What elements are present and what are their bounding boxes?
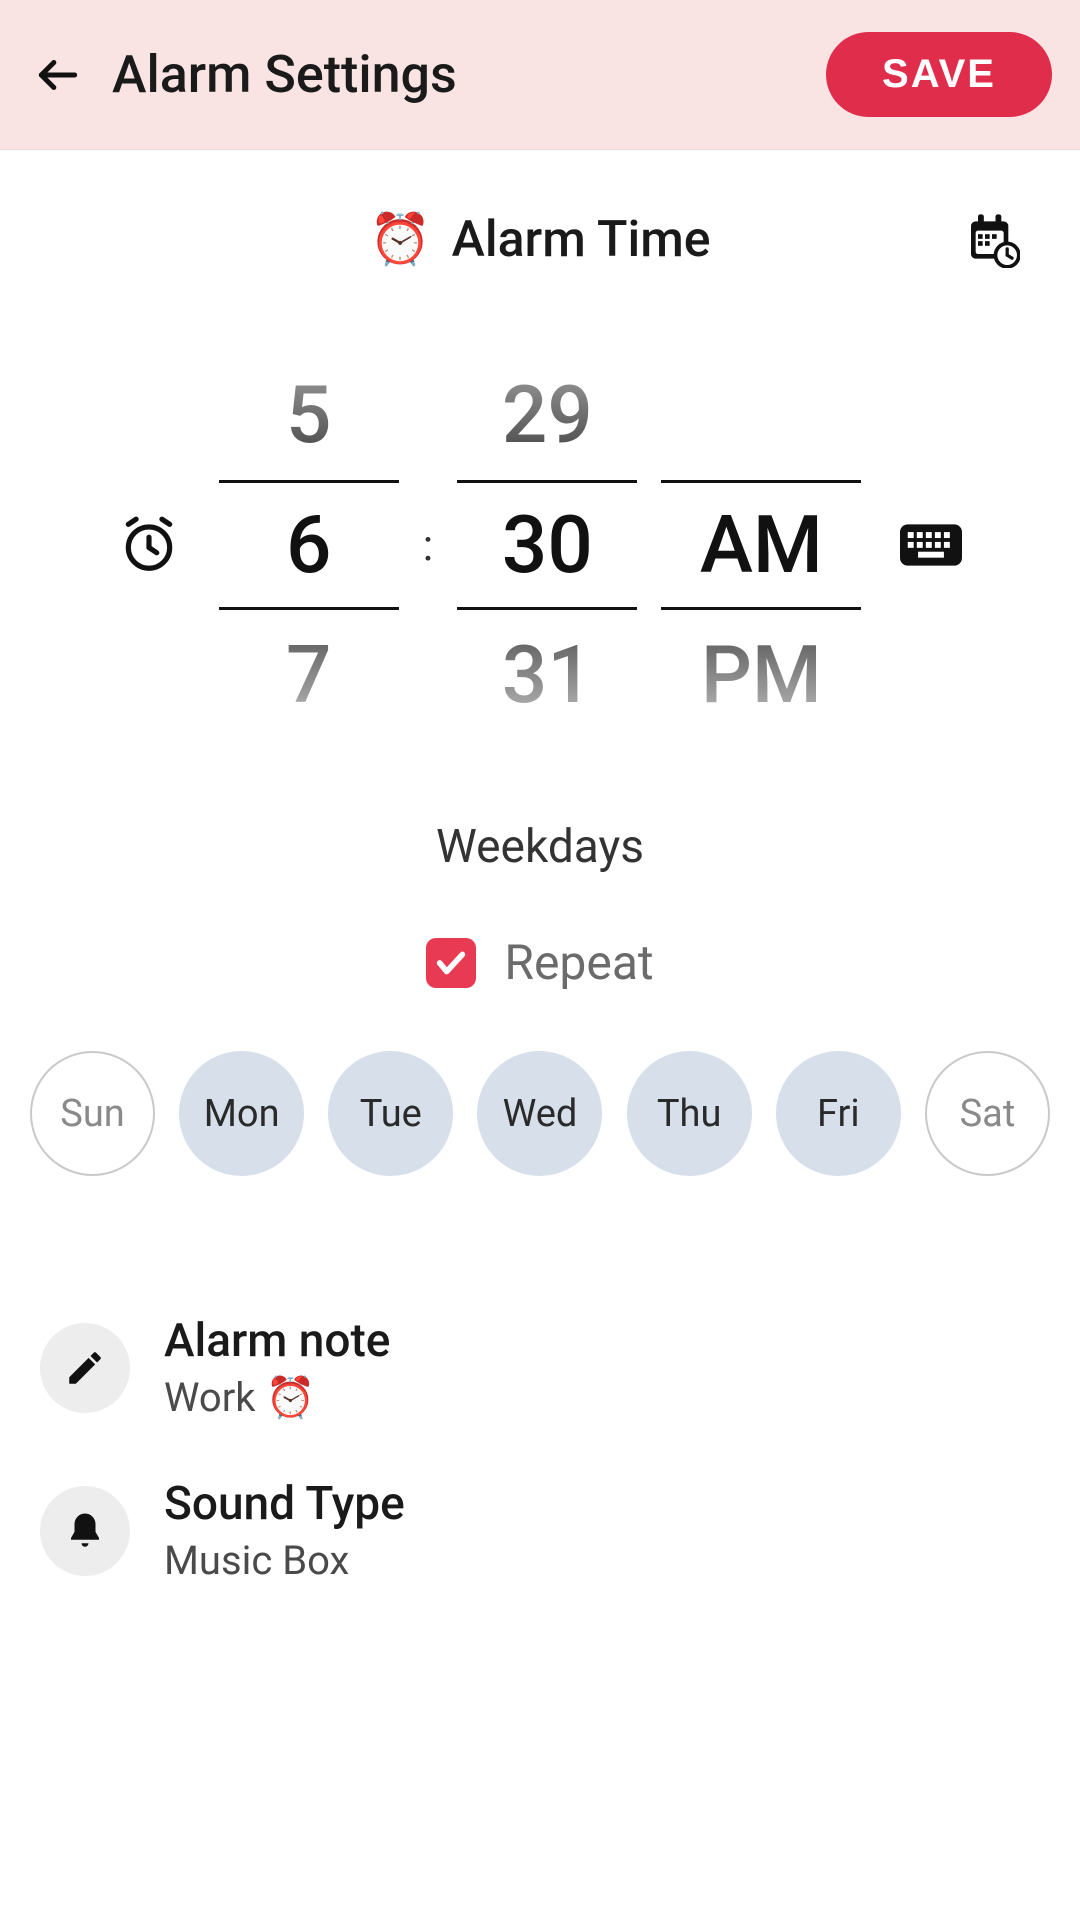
days-row: Sun Mon Tue Wed Thu Fri Sat [0, 1051, 1080, 1176]
period-selected: AM [661, 480, 861, 610]
header: Alarm Settings SAVE [0, 0, 1080, 150]
hour-prev: 5 [219, 350, 399, 480]
repeat-label: Repeat [504, 934, 653, 991]
pencil-icon [64, 1347, 106, 1389]
sound-type-text: Sound Type Music Box [164, 1477, 405, 1584]
alarm-note-title: Alarm note [164, 1314, 390, 1368]
alarm-outline-icon-wrap [109, 514, 189, 576]
minute-next: 31 [457, 610, 637, 740]
repeat-row: Repeat [0, 934, 1080, 991]
save-button[interactable]: SAVE [826, 32, 1052, 117]
alarm-clock-icon: ⏰ [369, 211, 431, 269]
sound-type-row[interactable]: Sound Type Music Box [0, 1449, 1080, 1612]
calendar-icon [964, 212, 1020, 268]
day-chip-wed[interactable]: Wed [477, 1051, 602, 1176]
back-button[interactable] [28, 45, 88, 105]
day-chip-sun[interactable]: Sun [30, 1051, 155, 1176]
keyboard-icon [900, 521, 962, 569]
content: ⏰ Alarm Time [0, 150, 1080, 1612]
time-picker: 5 6 7 : 29 30 31 AM PM [0, 350, 1080, 740]
repeat-checkbox[interactable] [426, 938, 476, 988]
bell-icon [64, 1510, 106, 1552]
alarm-outline-icon [118, 514, 180, 576]
keyboard-button[interactable] [891, 521, 971, 569]
alarm-note-value: Work ⏰ [164, 1374, 390, 1421]
hour-selected: 6 [219, 480, 399, 610]
calendar-button[interactable] [964, 212, 1020, 268]
hour-next: 7 [219, 610, 399, 740]
minute-wheel[interactable]: 29 30 31 [457, 350, 637, 740]
alarm-note-text: Alarm note Work ⏰ [164, 1314, 390, 1421]
day-chip-fri[interactable]: Fri [776, 1051, 901, 1176]
time-colon: : [423, 350, 434, 740]
sound-type-value: Music Box [164, 1537, 405, 1584]
section-title: Alarm Time [452, 211, 711, 269]
hour-wheel[interactable]: 5 6 7 [219, 350, 399, 740]
arrow-left-icon [33, 50, 83, 100]
page-title: Alarm Settings [112, 44, 826, 105]
alarm-note-row[interactable]: Alarm note Work ⏰ [0, 1286, 1080, 1449]
day-chip-sat[interactable]: Sat [925, 1051, 1050, 1176]
day-chip-mon[interactable]: Mon [179, 1051, 304, 1176]
period-prev [661, 350, 861, 480]
check-icon [434, 946, 468, 980]
minute-prev: 29 [457, 350, 637, 480]
weekdays-label: Weekdays [0, 820, 1080, 874]
period-next: PM [661, 610, 861, 740]
alarm-time-header: ⏰ Alarm Time [0, 190, 1080, 290]
time-wheels: 5 6 7 : 29 30 31 AM PM [219, 350, 862, 740]
period-wheel[interactable]: AM PM [661, 350, 861, 740]
day-chip-thu[interactable]: Thu [627, 1051, 752, 1176]
bell-icon-wrap [40, 1486, 130, 1576]
day-chip-tue[interactable]: Tue [328, 1051, 453, 1176]
edit-icon-wrap [40, 1323, 130, 1413]
minute-selected: 30 [457, 480, 637, 610]
sound-type-title: Sound Type [164, 1477, 405, 1531]
